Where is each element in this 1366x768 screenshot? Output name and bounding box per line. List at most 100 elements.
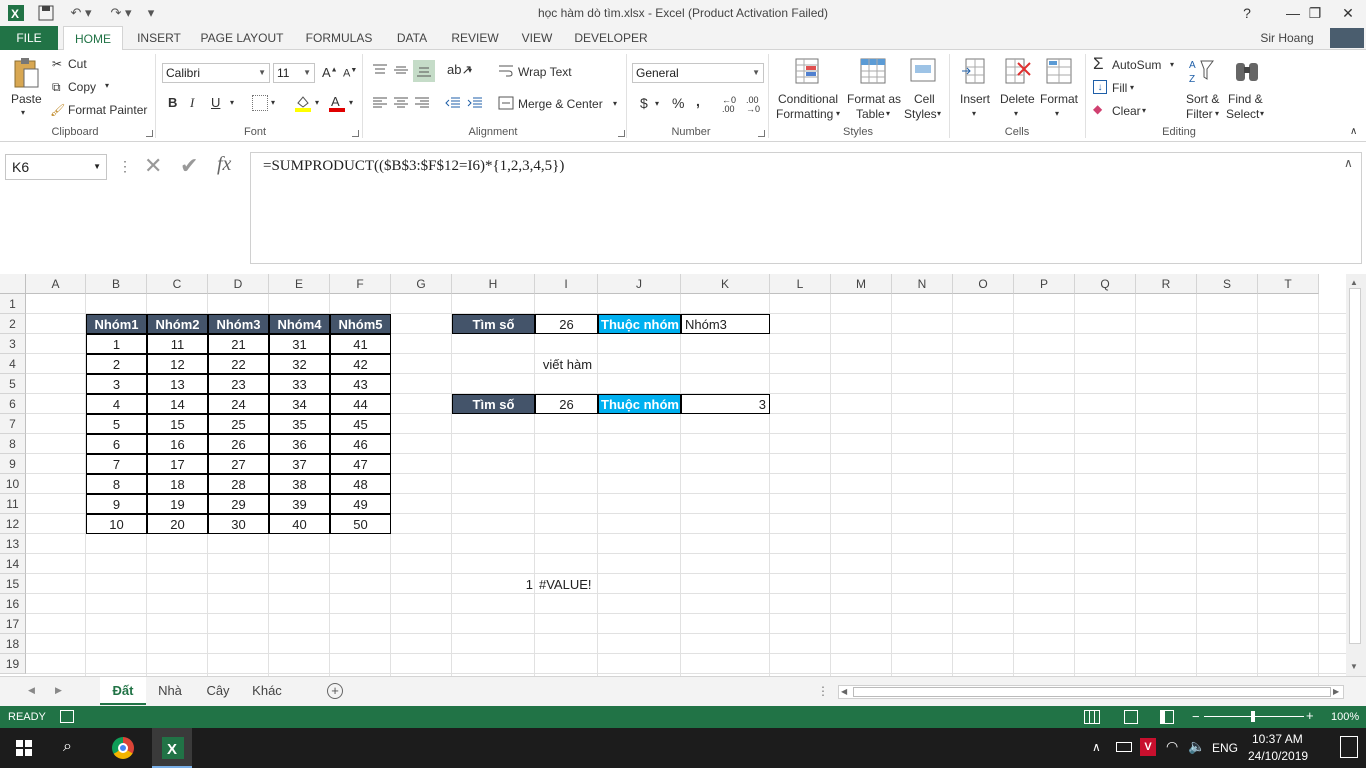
confirm-entry-icon[interactable]: ✔ bbox=[180, 153, 198, 179]
column-header[interactable]: H bbox=[452, 274, 535, 294]
delete-dropdown-icon[interactable]: ▾ bbox=[1014, 109, 1018, 118]
table-cell[interactable]: 3 bbox=[86, 374, 147, 394]
tab-file[interactable]: FILE bbox=[0, 26, 58, 50]
table-cell[interactable]: 12 bbox=[147, 354, 208, 374]
search-label-cell[interactable]: Tìm số bbox=[452, 314, 535, 334]
table-cell[interactable]: 8 bbox=[86, 474, 147, 494]
tab-formulas[interactable]: FORMULAS bbox=[300, 26, 378, 50]
sort-filter-dropdown-icon[interactable]: ▾ bbox=[1215, 109, 1219, 118]
row-header[interactable]: 17 bbox=[0, 614, 26, 634]
align-center-icon[interactable] bbox=[392, 95, 410, 111]
format-dropdown-icon[interactable]: ▾ bbox=[1055, 109, 1059, 118]
table-cell[interactable]: 6 bbox=[86, 434, 147, 454]
format-cells-button[interactable]: Format bbox=[1040, 92, 1078, 106]
zoom-out-icon[interactable]: − bbox=[1192, 709, 1200, 724]
percent-icon[interactable]: % bbox=[672, 95, 684, 111]
insert-dropdown-icon[interactable]: ▾ bbox=[972, 109, 976, 118]
table-cell[interactable]: 38 bbox=[269, 474, 330, 494]
table-cell[interactable]: 18 bbox=[147, 474, 208, 494]
column-header[interactable]: E bbox=[269, 274, 330, 294]
column-header[interactable]: O bbox=[953, 274, 1014, 294]
paste-icon[interactable] bbox=[10, 56, 42, 90]
row-header[interactable]: 11 bbox=[0, 494, 26, 514]
column-header[interactable]: C bbox=[147, 274, 208, 294]
table-cell[interactable]: 49 bbox=[330, 494, 391, 514]
scroll-right-icon[interactable]: ▶ bbox=[1333, 687, 1339, 696]
tab-insert[interactable]: INSERT bbox=[130, 26, 188, 50]
tab-review[interactable]: REVIEW bbox=[446, 26, 504, 50]
decrease-decimal-icon[interactable]: .00 →0 bbox=[746, 96, 760, 114]
clock-time[interactable]: 10:37 AM bbox=[1252, 732, 1303, 746]
table-cell[interactable]: 37 bbox=[269, 454, 330, 474]
table-cell[interactable]: 16 bbox=[147, 434, 208, 454]
table-cell[interactable]: 1 bbox=[86, 334, 147, 354]
sheet-tab-khac[interactable]: Khác bbox=[246, 677, 288, 705]
row-header[interactable]: 19 bbox=[0, 654, 26, 674]
table-cell[interactable]: 36 bbox=[269, 434, 330, 454]
font-name-select[interactable]: Calibri ▼ bbox=[162, 63, 270, 83]
column-header[interactable]: Q bbox=[1075, 274, 1136, 294]
fill-dropdown-icon[interactable]: ▾ bbox=[1130, 83, 1134, 92]
table-cell[interactable]: 7 bbox=[86, 454, 147, 474]
copy-icon[interactable]: ⧉ bbox=[52, 80, 61, 95]
cell-styles-label-2[interactable]: Styles bbox=[904, 107, 937, 121]
find-select-label-1[interactable]: Find & bbox=[1228, 92, 1263, 106]
page-layout-view-icon[interactable] bbox=[1124, 710, 1138, 724]
cancel-entry-icon[interactable]: ✕ bbox=[144, 153, 162, 179]
column-header[interactable]: M bbox=[831, 274, 892, 294]
cell-h15[interactable]: 1 bbox=[453, 575, 536, 595]
table-cell[interactable]: 50 bbox=[330, 514, 391, 534]
table-cell[interactable]: 48 bbox=[330, 474, 391, 494]
sort-filter-label-2[interactable]: Filter bbox=[1186, 107, 1213, 121]
avatar[interactable] bbox=[1330, 28, 1364, 48]
search-label-cell[interactable]: Tìm số bbox=[452, 394, 535, 414]
table-cell[interactable]: 25 bbox=[208, 414, 269, 434]
cell-styles-label-1[interactable]: Cell bbox=[914, 92, 935, 106]
formula-input[interactable]: =SUMPRODUCT(($B$3:$F$12=I6)*{1,2,3,4,5}) bbox=[250, 152, 1362, 264]
tab-view[interactable]: VIEW bbox=[514, 26, 560, 50]
search-icon[interactable]: ⌕ bbox=[63, 738, 72, 756]
table-cell[interactable]: 27 bbox=[208, 454, 269, 474]
underline-dropdown-icon[interactable]: ▾ bbox=[230, 98, 234, 107]
conditional-formatting-icon[interactable] bbox=[793, 56, 823, 86]
table-cell[interactable]: 35 bbox=[269, 414, 330, 434]
notifications-icon[interactable] bbox=[1340, 736, 1358, 758]
result-cell[interactable]: Nhóm3 bbox=[681, 314, 770, 334]
table-cell[interactable]: 42 bbox=[330, 354, 391, 374]
table-cell[interactable]: 45 bbox=[330, 414, 391, 434]
alignment-launcher-icon[interactable] bbox=[618, 130, 625, 137]
sheet-tab-cay[interactable]: Cây bbox=[198, 677, 238, 705]
excel-taskbar-icon[interactable]: X bbox=[152, 728, 192, 768]
decrease-indent-icon[interactable] bbox=[444, 95, 462, 111]
row-header[interactable]: 5 bbox=[0, 374, 26, 394]
format-cells-icon[interactable] bbox=[1044, 56, 1074, 86]
select-all-corner[interactable] bbox=[0, 274, 26, 294]
sheet-tab-dat[interactable]: Đất bbox=[100, 677, 146, 705]
table-cell[interactable]: 9 bbox=[86, 494, 147, 514]
increase-indent-icon[interactable] bbox=[466, 95, 484, 111]
row-header[interactable]: 6 bbox=[0, 394, 26, 414]
wifi-icon[interactable]: ◠ bbox=[1166, 738, 1178, 755]
cut-icon[interactable]: ✂ bbox=[52, 57, 62, 71]
delete-cells-button[interactable]: Delete bbox=[1000, 92, 1035, 106]
currency-dropdown-icon[interactable]: ▾ bbox=[655, 99, 659, 108]
font-size-select[interactable]: 11 ▼ bbox=[273, 63, 315, 83]
autosum-icon[interactable]: Σ bbox=[1093, 54, 1104, 74]
increase-font-icon[interactable]: A▲ bbox=[322, 65, 338, 80]
align-top-icon[interactable] bbox=[371, 62, 389, 78]
scroll-thumb[interactable] bbox=[1349, 288, 1361, 644]
insert-cells-icon[interactable] bbox=[961, 56, 989, 86]
table-header-cell[interactable]: Nhóm5 bbox=[330, 314, 391, 334]
row-header[interactable]: 10 bbox=[0, 474, 26, 494]
merge-dropdown-icon[interactable]: ▾ bbox=[613, 99, 617, 108]
clock-date[interactable]: 24/10/2019 bbox=[1248, 749, 1308, 763]
table-cell[interactable]: 30 bbox=[208, 514, 269, 534]
table-cell[interactable]: 11 bbox=[147, 334, 208, 354]
fill-color-icon[interactable] bbox=[294, 94, 312, 112]
format-painter-icon[interactable]: 🖌 bbox=[50, 103, 65, 117]
column-header[interactable]: T bbox=[1258, 274, 1319, 294]
collapse-ribbon-icon[interactable]: ∧ bbox=[1350, 126, 1357, 137]
fill-color-dropdown-icon[interactable]: ▾ bbox=[315, 98, 319, 107]
horizontal-scrollbar[interactable]: ◀ ▶ bbox=[838, 685, 1344, 699]
row-header[interactable]: 9 bbox=[0, 454, 26, 474]
